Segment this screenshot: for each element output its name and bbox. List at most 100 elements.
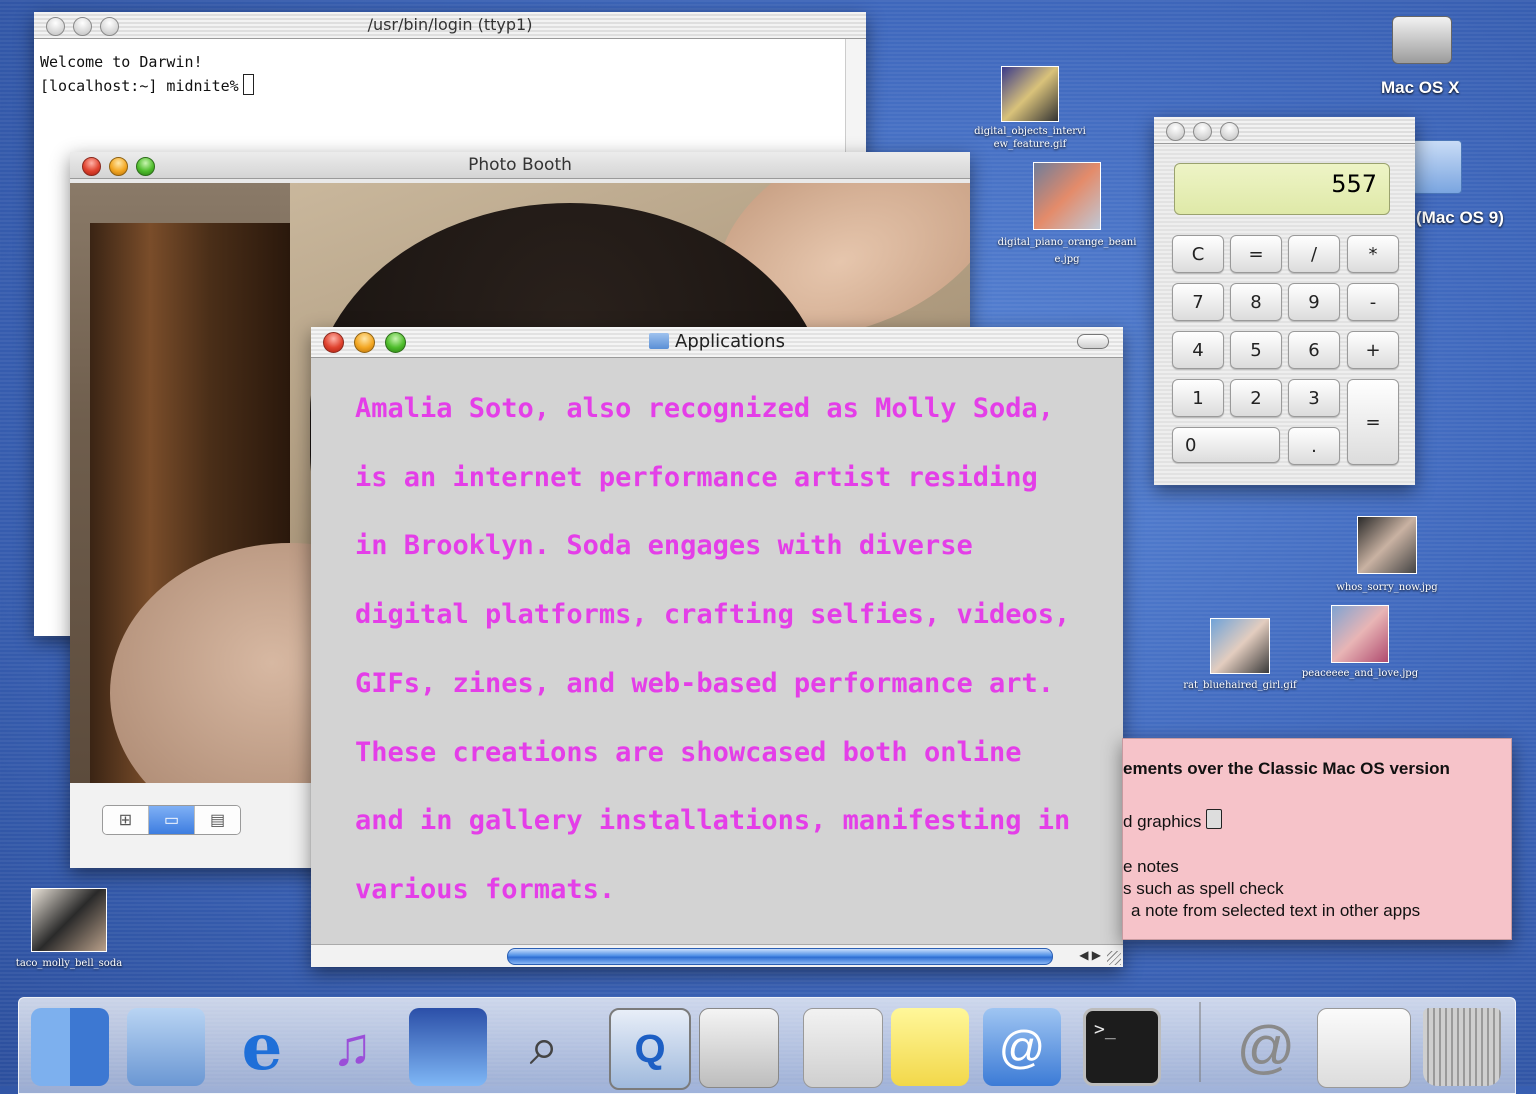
zoom-button[interactable] (136, 157, 155, 176)
zoom-button[interactable] (385, 332, 406, 353)
file-label: taco_molly_bell_soda (15, 958, 123, 969)
imovie-icon[interactable] (409, 1008, 487, 1086)
bio-line: GIFs, zines, and web-based performance a… (355, 667, 1054, 699)
desktop-file-taco-molly-bell-soda[interactable]: taco_molly_bell_soda (12, 888, 126, 969)
minimize-button[interactable] (1193, 122, 1212, 141)
key-0[interactable]: 0 (1172, 427, 1280, 463)
key-plus[interactable]: + (1347, 331, 1399, 369)
key-minus[interactable]: - (1347, 283, 1399, 321)
key-3[interactable]: 3 (1288, 379, 1340, 417)
file-label: peaceeee_and_love.jpg (1301, 668, 1419, 679)
text-cursor (242, 74, 254, 95)
bio-line: Amalia Soto, also recognized as Molly So… (355, 393, 1054, 424)
close-button[interactable] (82, 157, 101, 176)
photo-booth-titlebar[interactable]: Photo Booth (70, 152, 970, 179)
window-title: Photo Booth (468, 155, 572, 175)
hard-drive-label: Mac OS X (1381, 78, 1460, 97)
stickies-icon[interactable] (891, 1008, 969, 1086)
image-thumbnail (1210, 618, 1270, 674)
file-label: whos_sorry_now.jpg (1336, 582, 1438, 593)
image-thumbnail (1033, 162, 1101, 230)
desktop-file-digital-piano[interactable]: digital_piano_orange_beanie.jpg (994, 162, 1140, 268)
desktop-file-digital-objects[interactable]: digital_objects_interview_feature.gif (970, 66, 1090, 151)
system-preferences-icon[interactable] (699, 1008, 779, 1088)
photo-booth-toolbar: ⊞ ▭ ▤ (70, 783, 310, 868)
window-icon[interactable] (1317, 1008, 1411, 1088)
internet-connect-icon[interactable]: @ (1227, 1008, 1305, 1086)
file-label: digital_objects_interview_feature.gif (974, 126, 1086, 150)
desktop-file-peaceeee-and-love[interactable]: peaceeee_and_love.jpg (1300, 605, 1420, 679)
terminal-output[interactable]: Welcome to Darwin! [localhost:~] midnite… (34, 39, 866, 110)
hard-drive-icon[interactable] (1390, 10, 1454, 76)
key-8[interactable]: 8 (1230, 283, 1282, 321)
calculator-titlebar[interactable] (1154, 117, 1415, 144)
single-view-icon[interactable]: ▭ (149, 806, 195, 834)
itunes-icon[interactable]: ♫ (313, 1008, 391, 1086)
key-7[interactable]: 7 (1172, 283, 1224, 321)
image-thumbnail (31, 888, 107, 952)
close-button[interactable] (46, 17, 65, 36)
note-line: e notes (1123, 857, 1179, 876)
device-icon (1206, 809, 1223, 829)
key-5[interactable]: 5 (1230, 331, 1282, 369)
key-equals[interactable]: = (1347, 379, 1399, 465)
terminal-titlebar[interactable]: /usr/bin/login (ttyp1) (34, 12, 866, 39)
window-title: /usr/bin/login (ttyp1) (367, 15, 533, 34)
minimize-button[interactable] (354, 332, 375, 353)
note-line: s such as spell check (1123, 879, 1284, 898)
calculator-display: 557 (1174, 163, 1390, 215)
resize-handle[interactable] (1107, 951, 1121, 965)
trash-icon[interactable] (1423, 1008, 1501, 1086)
minimize-button[interactable] (73, 17, 92, 36)
os9-folder-label: (Mac OS 9) (1416, 208, 1504, 227)
key-equals-top[interactable]: = (1230, 235, 1282, 273)
key-decimal[interactable]: . (1288, 427, 1340, 465)
calculator-icon[interactable] (803, 1008, 883, 1088)
os9-folder-icon[interactable] (1412, 140, 1462, 194)
image-thumbnail (1357, 516, 1417, 574)
view-mode-switcher[interactable]: ⊞ ▭ ▤ (102, 805, 241, 835)
bio-line: digital platforms, crafting selfies, vid… (355, 599, 1071, 631)
stickies-note[interactable]: ements over the Classic Mac OS version d… (1122, 738, 1512, 940)
image-thumbnail (1331, 605, 1389, 663)
finder-icon[interactable] (31, 1008, 109, 1086)
desktop-file-whos-sorry-now[interactable]: whos_sorry_now.jpg (1330, 516, 1444, 593)
dock: e ♫ ⌕ Q @ >_ @ (18, 997, 1516, 1094)
bio-line: various formats. (355, 873, 616, 905)
key-clear[interactable]: C (1172, 235, 1224, 273)
key-multiply[interactable]: * (1347, 235, 1399, 273)
applications-window[interactable]: Applications Amalia Soto, also recognize… (311, 327, 1123, 967)
key-6[interactable]: 6 (1288, 331, 1340, 369)
terminal-line: Welcome to Darwin! (40, 53, 203, 71)
key-divide[interactable]: / (1288, 235, 1340, 273)
zoom-button[interactable] (1220, 122, 1239, 141)
grid-view-icon[interactable]: ⊞ (103, 806, 149, 834)
mail-icon[interactable] (127, 1008, 205, 1086)
close-button[interactable] (323, 332, 344, 353)
applications-titlebar[interactable]: Applications (311, 327, 1123, 358)
key-2[interactable]: 2 (1230, 379, 1282, 417)
bio-line: and in gallery installations, manifestin… (355, 805, 1071, 837)
scrollbar-thumb[interactable] (507, 948, 1053, 965)
horizontal-scrollbar[interactable]: ◀ ▶ (311, 944, 1123, 967)
close-button[interactable] (1166, 122, 1185, 141)
window-title: Applications (675, 331, 785, 352)
bio-line: in Brooklyn. Soda engages with diverse (355, 530, 973, 562)
internet-explorer-icon[interactable]: e (223, 1008, 301, 1086)
toolbar-toggle-button[interactable] (1077, 334, 1109, 349)
minimize-button[interactable] (109, 157, 128, 176)
file-label: digital_piano_orange_beanie.jpg (997, 237, 1137, 265)
quicktime-icon[interactable]: Q (609, 1008, 691, 1090)
calculator-window[interactable]: 557 C = / * 7 8 9 - 4 5 6 + 1 2 3 = 0 . (1154, 117, 1415, 485)
key-9[interactable]: 9 (1288, 283, 1340, 321)
desktop-file-rat-bluehaired-girl[interactable]: rat_bluehaired_girl.gif (1180, 618, 1300, 691)
address-book-icon[interactable]: @ (983, 1008, 1061, 1086)
key-4[interactable]: 4 (1172, 331, 1224, 369)
image-thumbnail (1001, 66, 1059, 122)
key-1[interactable]: 1 (1172, 379, 1224, 417)
terminal-icon[interactable]: >_ (1083, 1008, 1161, 1086)
zoom-button[interactable] (100, 17, 119, 36)
scroll-arrows[interactable]: ◀ ▶ (1079, 948, 1101, 962)
filmstrip-view-icon[interactable]: ▤ (195, 806, 240, 834)
sherlock-icon[interactable]: ⌕ (505, 1008, 583, 1086)
